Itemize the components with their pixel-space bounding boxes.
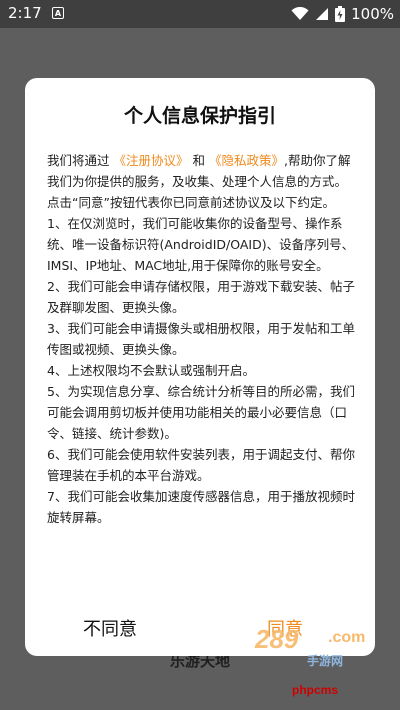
agreement-link[interactable]: 《注册协议》: [114, 153, 189, 168]
signal-icon: [316, 8, 329, 20]
policy-item-7: 7、我们可能会收集加速度传感器信息，用于播放视频时旋转屏幕。: [47, 489, 355, 525]
status-bar: 2:17 A 100%: [0, 0, 400, 28]
dialog-body: 我们将通过 《注册协议》 和 《隐私政策》,帮助你了解我们为你提供的服务，及收集…: [47, 150, 357, 528]
status-time: 2:17: [8, 4, 42, 22]
battery-icon: [335, 6, 346, 22]
disagree-button[interactable]: 不同意: [83, 615, 137, 641]
watermark-brand: 289: [255, 624, 299, 654]
intro-paragraph: 我们将通过 《注册协议》 和 《隐私政策》,帮助你了解我们为你提供的服务，及收集…: [47, 150, 357, 192]
policy-item-1: 1、在仅浏览时，我们可能收集你的设备型号、操作系统、唯一设备标识符(Androi…: [47, 216, 355, 273]
battery-percent: 100%: [351, 5, 394, 23]
intro-prefix: 我们将通过: [47, 153, 110, 168]
policy-item-2: 2、我们可能会申请存储权限，用于游戏下载安装、帖子及群聊发图、更换头像。: [47, 279, 355, 315]
policy-item-4: 4、上述权限均不会默认或强制开启。: [47, 363, 255, 378]
dialog-title: 个人信息保护指引: [123, 105, 276, 127]
privacy-dialog: 个人信息保护指引 我们将通过 《注册协议》 和 《隐私政策》,帮助你了解我们为你…: [25, 78, 375, 668]
policy-item-6: 6、我们可能会使用软件安装列表，用于调起支付、帮你管理装在手机的本平台游戏。: [47, 447, 355, 483]
intro-and: 和: [192, 153, 206, 168]
watermark-subtitle: 手游网: [307, 654, 344, 668]
policy-item-5: 5、为实现信息分享、综合统计分析等目的所必需，我们可能会调用剪切板并使用功能相关…: [47, 384, 355, 441]
status-icons: 100%: [291, 4, 394, 24]
policy-item-3: 3、我们可能会申请摄像头或相册权限，用于发帖和工单传图或视频、更换头像。: [47, 321, 355, 357]
consent-note: 点击“同意”按钮代表你已同意前述协议及以下约定。: [47, 195, 335, 210]
wifi-icon: [291, 7, 309, 20]
privacy-policy-link[interactable]: 《隐私政策》: [209, 153, 284, 168]
notification-a-icon: A: [52, 7, 64, 19]
watermark-domain: .com: [328, 629, 366, 646]
background-watermark: phpcms: [292, 683, 339, 697]
